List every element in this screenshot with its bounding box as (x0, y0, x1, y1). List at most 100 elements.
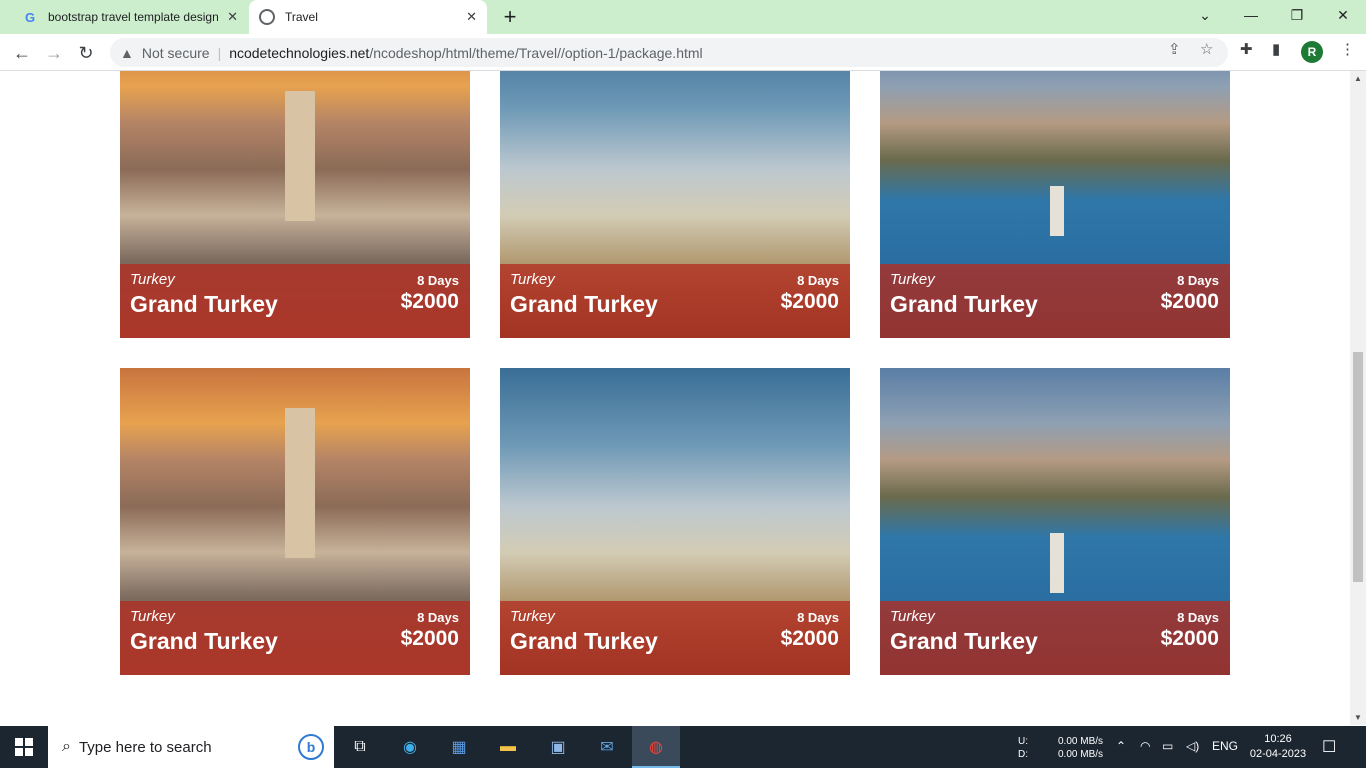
chrome-taskbar-button[interactable]: ◍ (632, 726, 680, 768)
address-bar[interactable]: ▲ Not secure | ncodetechnologies.net /nc… (110, 38, 1228, 67)
store-icon[interactable]: ▦ (447, 735, 471, 759)
page-viewport: Turkey Grand Turkey 8 Days $2000 Turkey … (0, 71, 1350, 725)
task-view-icon[interactable]: ⧉ (348, 735, 372, 759)
tab-title: Travel (285, 10, 318, 24)
file-explorer-icon[interactable]: ▬ (496, 735, 520, 759)
clock-date: 02-04-2023 (1249, 748, 1307, 760)
page-scrollbar[interactable]: ▲ ▼ (1350, 71, 1366, 725)
download-speed: 0.00 MB/s (1058, 749, 1104, 760)
security-label[interactable]: Not secure (142, 45, 210, 61)
network-speed-values: 0.00 MB/s 0.00 MB/s (1058, 735, 1103, 761)
url-host[interactable]: ncodetechnologies.net (229, 45, 369, 61)
back-icon[interactable]: ← (8, 39, 36, 67)
package-price: $2000 (400, 290, 459, 313)
language-indicator[interactable]: ENG (1212, 739, 1238, 753)
package-info-band: Turkey Grand Turkey 8 Days $2000 (880, 264, 1230, 338)
browser-toolbar: ← → ↻ ▲ Not secure | ncodetechnologies.n… (0, 34, 1366, 71)
warning-icon[interactable]: ▲ (120, 45, 134, 61)
clock-time: 10:26 (1264, 733, 1292, 745)
tab-search-icon[interactable]: ⌄ (1182, 0, 1228, 30)
mail-icon[interactable]: ✉ (595, 735, 619, 759)
package-price: $2000 (400, 627, 459, 650)
reload-icon[interactable]: ↻ (72, 39, 100, 67)
tab-bootstrap-search[interactable]: G bootstrap travel template design ✕ (8, 0, 248, 34)
package-name[interactable]: Grand Turkey (510, 291, 658, 318)
battery-icon[interactable]: ▭ (1162, 739, 1173, 753)
package-card[interactable]: Turkey Grand Turkey 8 Days $2000 (500, 71, 850, 338)
package-info-band: Turkey Grand Turkey 8 Days $2000 (880, 601, 1230, 675)
extensions-icon[interactable]: ✚ (1240, 40, 1253, 58)
package-name[interactable]: Grand Turkey (510, 628, 658, 655)
package-duration: 8 Days (797, 273, 839, 288)
edge-icon[interactable]: ◉ (398, 735, 422, 759)
share-icon[interactable]: ⇪ (1168, 40, 1181, 58)
tab-title: bootstrap travel template design (48, 10, 218, 24)
close-icon[interactable]: ✕ (466, 9, 477, 25)
package-price: $2000 (1160, 627, 1219, 650)
package-duration: 8 Days (1177, 273, 1219, 288)
globe-icon (259, 9, 275, 25)
download-label: D: (1018, 749, 1028, 760)
package-name[interactable]: Grand Turkey (890, 291, 1038, 318)
network-speed-labels: U: D: (1018, 735, 1028, 761)
google-icon: G (24, 9, 36, 25)
package-price: $2000 (780, 290, 839, 313)
package-info-band: Turkey Grand Turkey 8 Days $2000 (500, 601, 850, 675)
package-country: Turkey (890, 608, 935, 625)
new-tab-button[interactable]: + (498, 4, 522, 29)
package-card[interactable]: Turkey Grand Turkey 8 Days $2000 (120, 368, 470, 675)
close-icon[interactable]: ✕ (227, 9, 238, 25)
scroll-thumb[interactable] (1353, 352, 1363, 582)
package-country: Turkey (890, 271, 935, 288)
system-clock[interactable]: 10:26 02-04-2023 (1248, 732, 1308, 762)
chevron-up-icon[interactable]: ⌃ (1116, 739, 1126, 753)
scroll-down-arrow-icon[interactable]: ▼ (1354, 713, 1362, 722)
package-country: Turkey (130, 608, 175, 625)
package-info-band: Turkey Grand Turkey 8 Days $2000 (120, 601, 470, 675)
tab-travel[interactable]: Travel ✕ (249, 0, 487, 34)
windows-logo-icon (15, 738, 33, 756)
taskbar-search[interactable]: ⌕ Type here to search b (48, 726, 334, 768)
upload-speed: 0.00 MB/s (1058, 736, 1104, 747)
search-placeholder: Type here to search (78, 738, 212, 756)
chrome-icon: ◍ (649, 739, 663, 756)
package-duration: 8 Days (417, 273, 459, 288)
search-icon: ⌕ (62, 738, 71, 755)
wifi-icon[interactable]: ◠ (1140, 739, 1150, 753)
package-card[interactable]: Turkey Grand Turkey 8 Days $2000 (880, 71, 1230, 338)
bing-icon[interactable]: b (298, 734, 324, 760)
windows-taskbar: ⌕ Type here to search b ⧉ ◉ ▦ ▬ ▣ ✉ ◍ U:… (0, 726, 1366, 768)
volume-icon[interactable]: ◁) (1186, 739, 1199, 753)
package-country: Turkey (130, 271, 175, 288)
package-card[interactable]: Turkey Grand Turkey 8 Days $2000 (120, 71, 470, 338)
package-price: $2000 (780, 627, 839, 650)
package-info-band: Turkey Grand Turkey 8 Days $2000 (120, 264, 470, 338)
browser-tab-strip: G bootstrap travel template design ✕ Tra… (0, 0, 1366, 34)
package-name[interactable]: Grand Turkey (890, 628, 1038, 655)
restore-icon[interactable]: ❐ (1274, 0, 1320, 30)
package-name[interactable]: Grand Turkey (130, 628, 278, 655)
package-card[interactable]: Turkey Grand Turkey 8 Days $2000 (500, 368, 850, 675)
package-price: $2000 (1160, 290, 1219, 313)
package-country: Turkey (510, 608, 555, 625)
minimize-icon[interactable]: — (1228, 0, 1274, 30)
package-duration: 8 Days (1177, 610, 1219, 625)
upload-label: U: (1018, 736, 1028, 747)
start-button[interactable] (0, 726, 48, 768)
scroll-up-arrow-icon[interactable]: ▲ (1354, 74, 1362, 83)
omnibox-divider: | (217, 44, 222, 61)
package-name[interactable]: Grand Turkey (130, 291, 278, 318)
bookmark-star-icon[interactable]: ☆ (1200, 40, 1213, 58)
window-close-icon[interactable]: ✕ (1320, 0, 1366, 30)
profile-avatar[interactable]: R (1301, 41, 1323, 63)
network-manager-icon[interactable]: ▣ (546, 735, 570, 759)
package-duration: 8 Days (797, 610, 839, 625)
menu-icon[interactable]: ⋮ (1340, 40, 1355, 58)
forward-icon[interactable]: → (40, 39, 68, 67)
package-country: Turkey (510, 271, 555, 288)
notification-icon[interactable]: ☐ (1322, 737, 1336, 757)
package-info-band: Turkey Grand Turkey 8 Days $2000 (500, 264, 850, 338)
side-panel-icon[interactable]: ▮ (1272, 40, 1280, 58)
package-card[interactable]: Turkey Grand Turkey 8 Days $2000 (880, 368, 1230, 675)
url-path[interactable]: /ncodeshop/html/theme/Travel//option-1/p… (369, 45, 702, 61)
